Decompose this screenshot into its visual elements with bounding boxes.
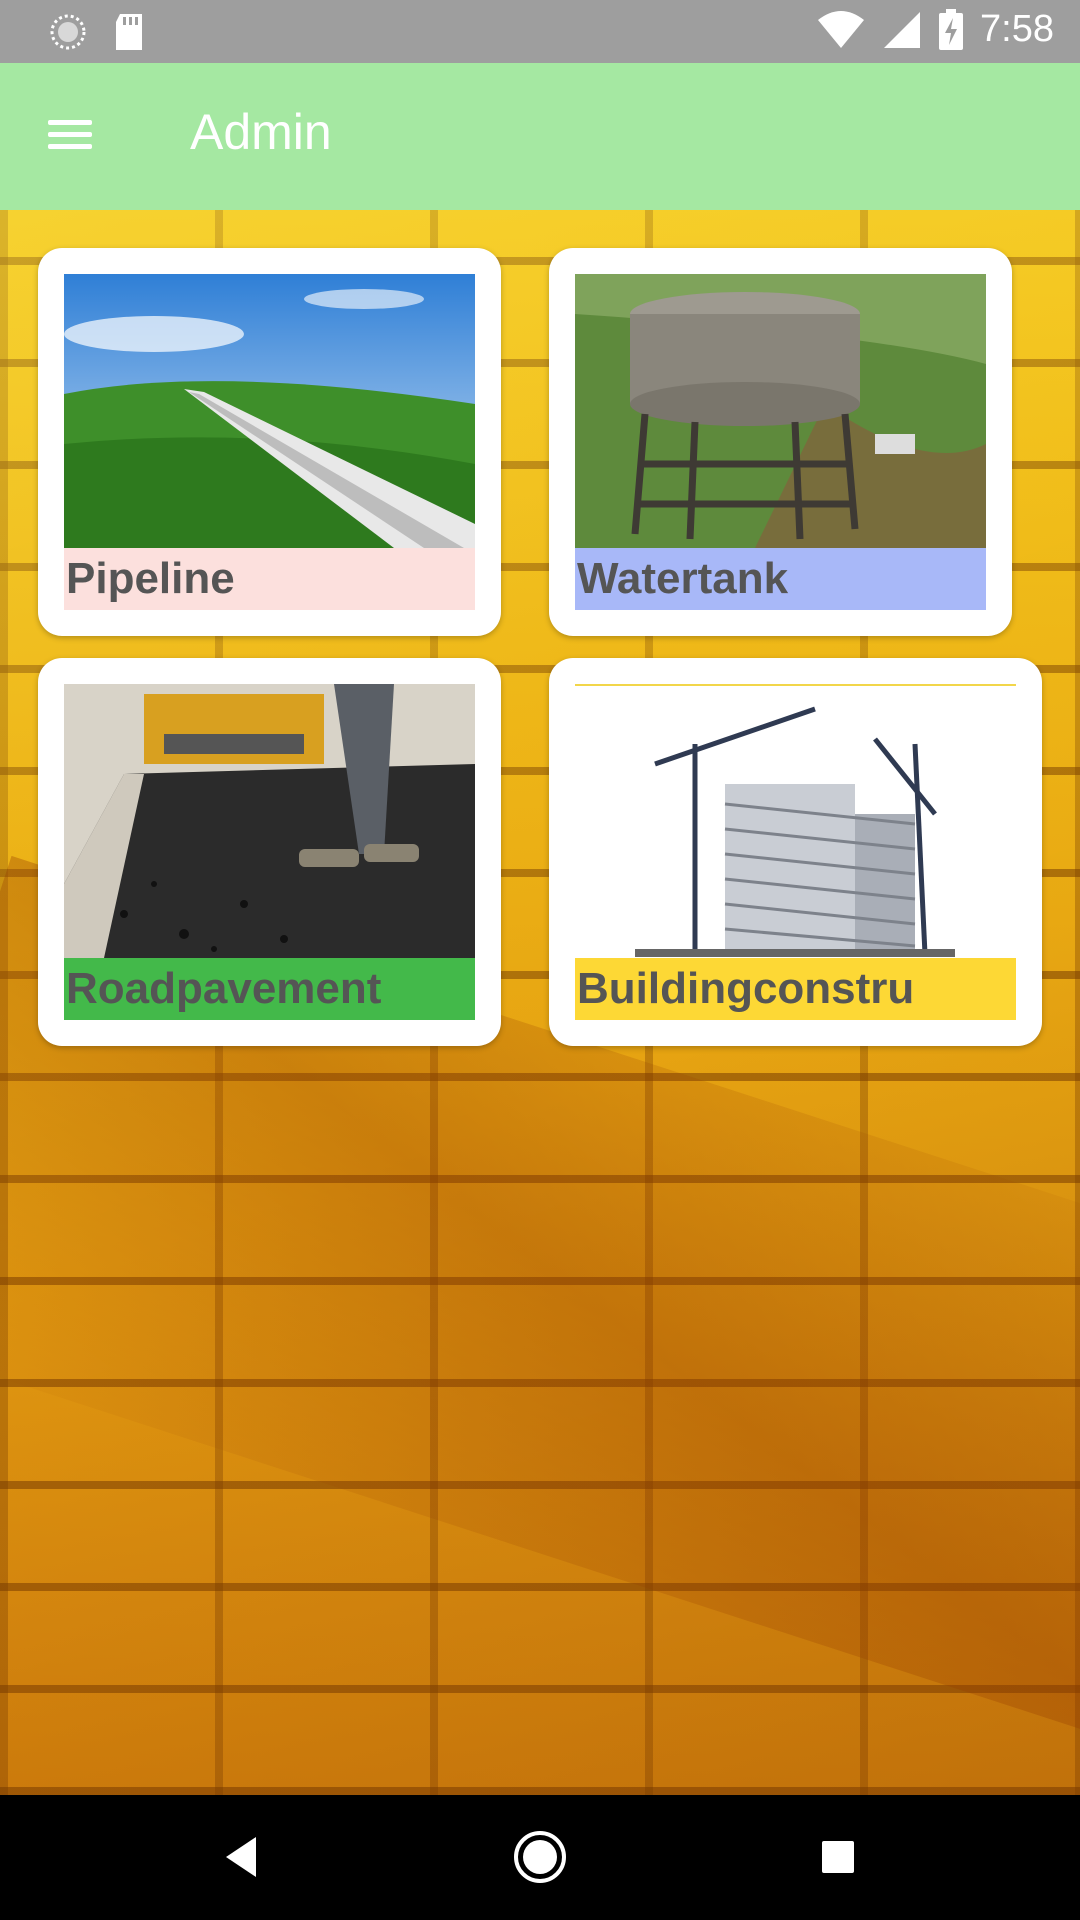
road-paving-photo [64,684,475,958]
loading-icon [50,14,86,50]
tile-watertank[interactable]: Watertank [549,248,1012,636]
tile-pipeline[interactable]: Pipeline [38,248,501,636]
tile-buildingconstru[interactable]: Buildingconstru [549,658,1042,1046]
signal-icon [884,11,921,48]
hamburger-menu-icon[interactable] [40,113,100,159]
pipeline-photo [64,274,475,548]
recents-icon[interactable] [808,1827,868,1887]
building-construction-photo [575,684,1016,958]
tile-label: Roadpavement [64,958,475,1020]
sd-card-icon [116,14,142,50]
back-icon[interactable] [212,1827,272,1887]
navigation-bar [0,1795,1080,1920]
status-time: 7:58 [980,8,1054,50]
tile-label: Watertank [575,548,986,610]
app-bar: Admin [0,63,1080,210]
page-title: Admin [190,104,332,160]
tile-roadpavement[interactable]: Roadpavement [38,658,501,1046]
status-bar: 7:58 [0,0,1080,63]
tile-label: Buildingconstru [575,958,1016,1020]
battery-charging-icon [939,8,964,50]
content-area: Pipeline Watertank Roadpavement Building… [0,210,1080,1795]
wifi-icon [818,10,865,48]
home-icon[interactable] [510,1827,570,1887]
watertank-photo [575,274,986,548]
tile-label: Pipeline [64,548,475,610]
